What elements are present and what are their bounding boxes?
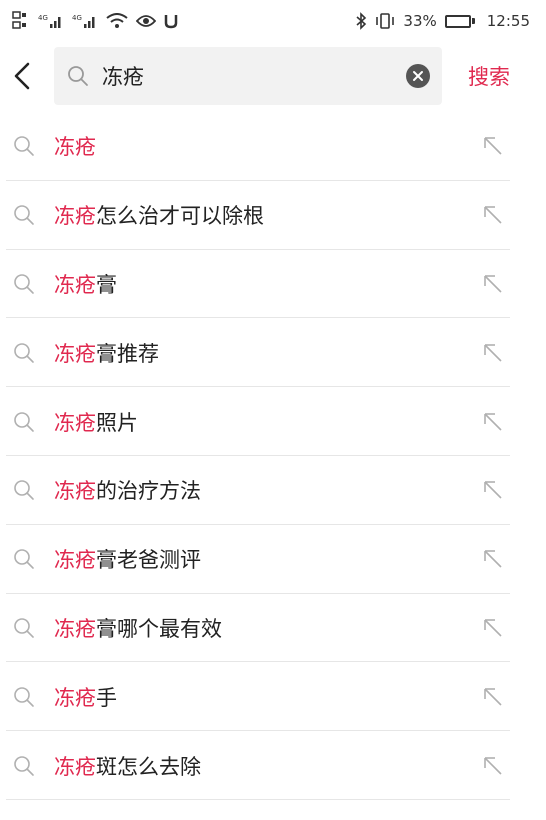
suggestion-item[interactable]: 冻疮膏哪个最有效: [0, 594, 546, 663]
battery-icon: [444, 14, 475, 28]
suggestion-highlight: 冻疮: [54, 479, 96, 504]
suggestion-highlight: 冻疮: [54, 341, 96, 366]
search-icon: [14, 686, 34, 707]
suggestion-item[interactable]: 冻疮斑怎么去除: [0, 731, 546, 800]
search-icon: [14, 480, 34, 501]
clear-icon[interactable]: [406, 64, 430, 88]
search-icon: [14, 411, 34, 432]
suggestion-rest: 斑怎么去除: [96, 754, 201, 779]
suggestion-rest: 膏: [96, 272, 117, 297]
suggestion-rest: 照片: [96, 410, 138, 435]
suggestion-highlight: 冻疮: [54, 616, 96, 641]
battery-percent: 33%: [403, 12, 437, 30]
suggestion-item[interactable]: 冻疮照片: [0, 387, 546, 456]
network-label-2: 4G: [72, 14, 82, 22]
suggestion-text: 冻疮怎么治才可以除根: [54, 200, 264, 230]
search-icon: [14, 755, 34, 776]
suggestion-highlight: 冻疮: [54, 135, 96, 160]
suggestion-text: 冻疮手: [54, 682, 117, 712]
suggestion-highlight: 冻疮: [54, 272, 96, 297]
suggestion-rest: 膏哪个最有效: [96, 616, 222, 641]
fill-query-arrow-icon[interactable]: [482, 686, 504, 708]
suggestion-highlight: 冻疮: [54, 204, 96, 229]
wifi-icon: [106, 13, 128, 29]
suggestion-text: 冻疮的治疗方法: [54, 475, 201, 505]
suggestion-item[interactable]: 冻疮的治疗方法: [0, 456, 546, 525]
fill-query-arrow-icon[interactable]: [482, 479, 504, 501]
divider: [6, 798, 510, 800]
sim-icon: [12, 11, 30, 31]
search-icon: [68, 66, 88, 86]
vibrate-icon: [375, 13, 395, 29]
suggestion-text: 冻疮膏: [54, 269, 117, 299]
fill-query-arrow-icon[interactable]: [482, 135, 504, 157]
suggestion-rest: 膏老爸测评: [96, 548, 201, 573]
status-time: 12:55: [486, 12, 530, 30]
suggestion-text: 冻疮: [54, 131, 96, 161]
fill-query-arrow-icon[interactable]: [482, 273, 504, 295]
suggestion-rest: 怎么治才可以除根: [96, 204, 264, 229]
network-label-1: 4G: [38, 14, 48, 22]
search-icon: [14, 549, 34, 569]
suggestion-highlight: 冻疮: [54, 548, 96, 573]
signal-icon-2: 4G: [72, 13, 98, 29]
suggestion-item[interactable]: 冻疮手: [0, 662, 546, 732]
bluetooth-icon: [355, 12, 367, 30]
suggestion-highlight: 冻疮: [54, 754, 96, 779]
search-icon: [14, 342, 34, 363]
search-icon: [14, 205, 34, 225]
suggestion-text: 冻疮膏推荐: [54, 338, 159, 368]
search-icon: [14, 618, 34, 638]
search-header: 搜索: [0, 44, 546, 108]
suggestion-text: 冻疮照片: [54, 407, 138, 437]
eye-icon: [136, 14, 156, 28]
suggestion-list: 冻疮 冻疮怎么治才可以除根 冻疮膏 冻疮膏推荐 冻疮照片 冻疮的治疗方法 冻疮膏老爸测评 冻疮…: [0, 112, 546, 800]
fill-query-arrow-icon[interactable]: [482, 755, 504, 777]
fill-query-arrow-icon[interactable]: [482, 548, 504, 570]
suggestion-text: 冻疮膏哪个最有效: [54, 613, 222, 643]
search-button[interactable]: 搜索: [468, 61, 510, 91]
status-left: 4G 4G: [12, 11, 178, 31]
suggestion-item[interactable]: 冻疮: [0, 112, 546, 181]
back-arrow-icon[interactable]: [4, 56, 40, 96]
suggestion-item[interactable]: 冻疮膏推荐: [0, 318, 546, 388]
fill-query-arrow-icon[interactable]: [482, 204, 504, 226]
suggestion-item[interactable]: 冻疮膏老爸测评: [0, 525, 546, 594]
fill-query-arrow-icon[interactable]: [482, 411, 504, 433]
status-right: 33% 12:55: [355, 12, 530, 30]
shield-app-icon: [164, 13, 178, 29]
suggestion-rest: 的治疗方法: [96, 479, 201, 504]
fill-query-arrow-icon[interactable]: [482, 617, 504, 639]
signal-icon-1: 4G: [38, 13, 64, 29]
suggestion-rest: 手: [96, 685, 117, 710]
suggestion-item[interactable]: 冻疮膏: [0, 250, 546, 319]
suggestion-text: 冻疮膏老爸测评: [54, 544, 201, 574]
suggestion-highlight: 冻疮: [54, 685, 96, 710]
suggestion-item[interactable]: 冻疮怎么治才可以除根: [0, 181, 546, 250]
suggestion-highlight: 冻疮: [54, 410, 96, 435]
search-box[interactable]: [54, 47, 442, 105]
search-input[interactable]: [102, 64, 406, 88]
search-icon: [14, 136, 34, 157]
search-icon: [14, 274, 34, 294]
status-bar: 4G 4G 33% 12:55: [0, 0, 546, 42]
suggestion-text: 冻疮斑怎么去除: [54, 751, 201, 781]
suggestion-rest: 膏推荐: [96, 341, 159, 366]
fill-query-arrow-icon[interactable]: [482, 342, 504, 364]
